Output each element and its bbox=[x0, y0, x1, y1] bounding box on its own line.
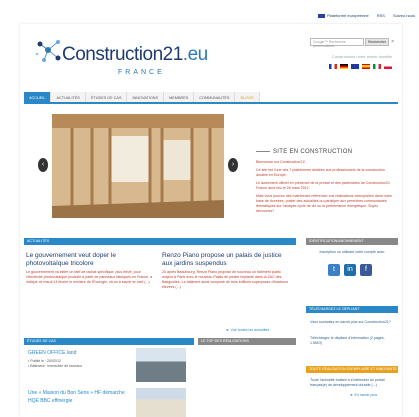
flag-es-icon[interactable] bbox=[362, 64, 370, 69]
case-thumbnail-1[interactable] bbox=[136, 348, 186, 382]
realisation-text: Toute l'actualité traitant à s'intéresse… bbox=[310, 378, 385, 387]
nav-item-blogs[interactable]: BLOGS bbox=[235, 92, 260, 102]
case-meta-1: • Publié le : 20/02/12 • Bâtiment : Imme… bbox=[28, 359, 83, 368]
learn-more-link[interactable]: ► En savoir plus bbox=[350, 393, 377, 397]
language-flags bbox=[329, 64, 392, 69]
rss-link[interactable]: RSS bbox=[377, 13, 385, 18]
actualites-header: ACTUALITÉS bbox=[24, 238, 296, 245]
hero-slider: ‹ › bbox=[38, 114, 238, 218]
flag-fr-icon[interactable] bbox=[329, 64, 337, 69]
site-intro-p1: Bienvenue sur Construction21! bbox=[256, 160, 306, 164]
download-link[interactable]: Téléchargez le dépliant d'information (2… bbox=[310, 336, 394, 346]
clear-icon[interactable]: × bbox=[391, 39, 394, 45]
subscribe-text: Inscription ou utilisant votre compte av… bbox=[319, 250, 385, 254]
tagline: Construisons notre avenir durable bbox=[331, 54, 392, 59]
european-platform-link[interactable]: Plateforme européenne bbox=[317, 13, 369, 18]
flag-it-icon[interactable] bbox=[373, 64, 381, 69]
all-news-link[interactable]: ► Voir toutes les actualités bbox=[226, 328, 269, 332]
top-links: Plateforme européenne RSS Suivez-nous bbox=[317, 13, 415, 18]
hero-photo bbox=[52, 114, 224, 218]
news-title-2[interactable]: Renzo Piano propose un palais de justice… bbox=[162, 252, 292, 267]
prev-arrow-icon[interactable]: ‹ bbox=[38, 158, 48, 172]
search-bar: Google™ Recherche personnalisée Recherch… bbox=[310, 38, 394, 48]
download-header: TÉLÉCHARGEZ LE DÉPLIANT bbox=[306, 306, 398, 313]
social-buttons: t in f bbox=[328, 264, 372, 276]
timber-frame-image bbox=[52, 114, 224, 218]
follow-us-link[interactable]: Suivez-nous bbox=[393, 13, 415, 18]
page-container: Construction21.eu FRANCE Google™ Recherc… bbox=[20, 24, 402, 417]
news-title-1[interactable]: Le gouvernement veut doper le photovolta… bbox=[26, 252, 156, 267]
search-input[interactable]: Google™ Recherche personnalisée bbox=[310, 38, 365, 48]
site-intro-p3: Le lancement officiel en présence de la … bbox=[256, 181, 390, 190]
case-title-1[interactable]: GREEN OFFICE land bbox=[28, 350, 128, 358]
linkedin-icon[interactable]: in bbox=[344, 264, 356, 276]
site-logo[interactable]: Construction21.eu FRANCE bbox=[34, 34, 208, 90]
main-nav: ACCUEIL ACTUALITÉS ÉTUDES DE CAS INNOVAT… bbox=[24, 92, 398, 104]
nav-item-membres[interactable]: MEMBRES bbox=[164, 92, 195, 102]
nav-item-innovations[interactable]: INNOVATIONS bbox=[127, 92, 165, 102]
nav-item-communautes[interactable]: COMMUNAUTÉS bbox=[194, 92, 236, 102]
eu-flag-icon bbox=[317, 13, 325, 18]
logo-text: Construction21.eu bbox=[62, 44, 208, 65]
news-text-1: Le gouvernement va initier un tarif de r… bbox=[26, 270, 153, 284]
flag-de-icon[interactable] bbox=[340, 64, 348, 69]
next-arrow-icon[interactable]: › bbox=[228, 158, 238, 172]
identification-header: IDENTIFICATION/ABONNEMENT bbox=[306, 238, 398, 245]
top-utility-bar: Plateforme européenne RSS Suivez-nous bbox=[0, 0, 419, 24]
flag-uk-icon[interactable] bbox=[351, 64, 359, 69]
site-intro-p2: Ce site est l'une des 7 plateformes dédi… bbox=[256, 168, 385, 177]
case-thumbnail-2[interactable] bbox=[136, 388, 186, 417]
site-title: SITE EN CONSTRUCTION bbox=[256, 149, 352, 155]
realisation-header: TOUTE RÉALISATION EXEMPLAIRE ET INNOVANT… bbox=[306, 366, 398, 373]
site-intro: Bienvenue sur Construction21! Ce site es… bbox=[256, 160, 392, 217]
top-realisations-header: LE TOP DES RÉALISATIONS bbox=[198, 338, 296, 345]
site-intro-p4: Mais vous pouvez dès maintenant référenc… bbox=[256, 194, 392, 213]
search-button[interactable]: Rechercher bbox=[365, 38, 390, 46]
download-text-1: Vous souhaitez en savoir plus sur Constr… bbox=[310, 320, 391, 324]
news-text-2: 20 après Beaubourg, Renzo Piano propose … bbox=[162, 270, 289, 289]
logo-country: FRANCE bbox=[118, 69, 165, 76]
nav-item-etudes[interactable]: ÉTUDES DE CAS bbox=[85, 92, 128, 102]
case-title-2[interactable]: Une « Maison du Bon Sens » HF démarche H… bbox=[28, 390, 132, 405]
twitter-icon[interactable]: t bbox=[328, 264, 340, 276]
nav-item-actualites[interactable]: ACTUALITÉS bbox=[51, 92, 86, 102]
etudes-header: ÉTUDES DE CAS bbox=[24, 338, 194, 345]
facebook-icon[interactable]: f bbox=[360, 264, 372, 276]
flag-pl-icon[interactable] bbox=[384, 64, 392, 69]
nav-item-accueil[interactable]: ACCUEIL bbox=[24, 92, 52, 102]
molecule-logo-icon bbox=[35, 40, 61, 62]
